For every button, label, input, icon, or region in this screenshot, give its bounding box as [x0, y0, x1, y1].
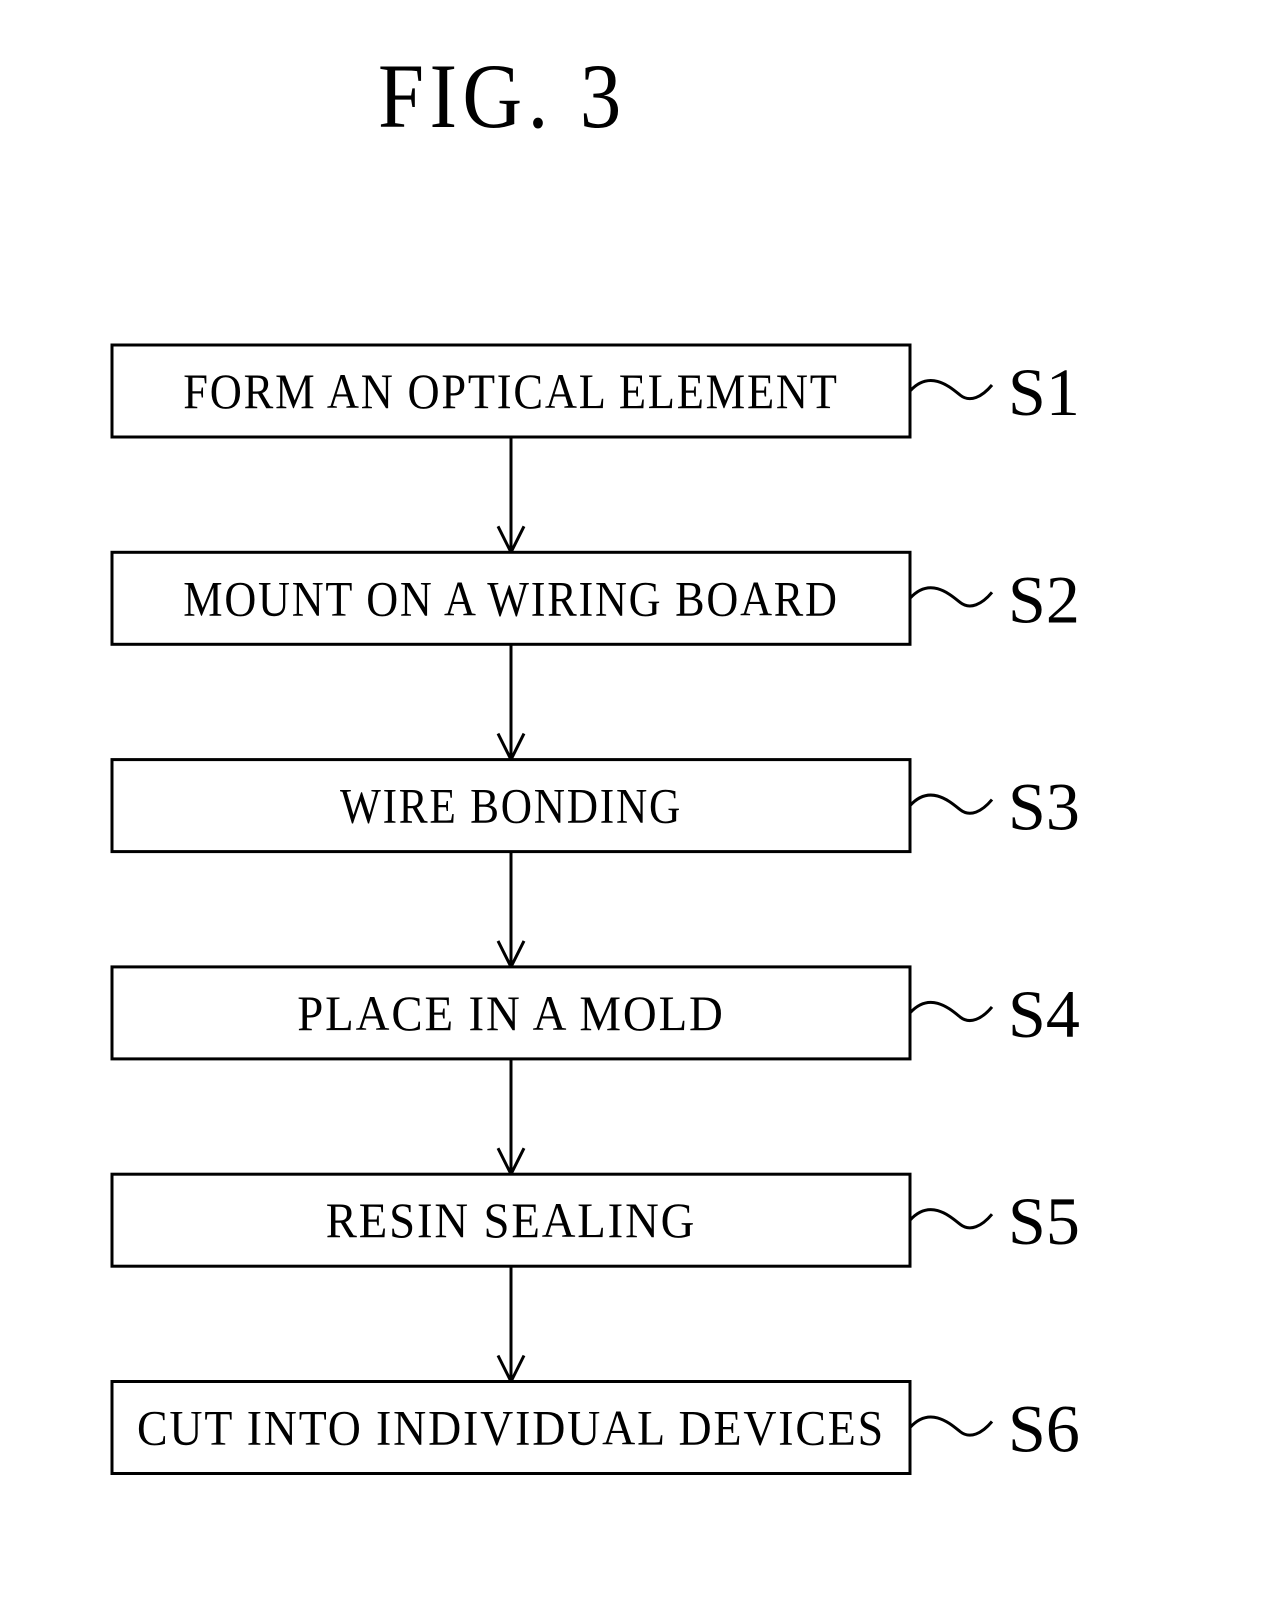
step-text-s5: RESIN SEALING: [326, 1192, 697, 1248]
leader-tilde-s2: [908, 586, 994, 608]
step-label-s6: S6: [1008, 1391, 1080, 1467]
flowchart: FORM AN OPTICAL ELEMENT S1 MOUNT ON A WIRI…: [110, 343, 1080, 1475]
step-label-s2: S2: [1008, 561, 1080, 637]
step-text-s1: FORM AN OPTICAL ELEMENT: [183, 363, 839, 419]
step-text-s4: PLACE IN A MOLD: [297, 985, 725, 1041]
step-text-s6: CUT INTO INDIVIDUAL DEVICES: [137, 1400, 885, 1456]
step-text-s3: WIRE BONDING: [340, 778, 682, 834]
leader-tilde-s4: [908, 1000, 994, 1022]
leader-tilde-s3: [908, 793, 994, 815]
step-label-s4: S4: [1008, 976, 1080, 1052]
step-label-s1: S1: [1008, 354, 1080, 430]
step-label-s5: S5: [1008, 1183, 1080, 1259]
leader-tilde-s5: [908, 1208, 994, 1230]
leader-tilde-s1: [908, 378, 994, 401]
step-text-s2: MOUNT ON A WIRING BOARD: [183, 570, 839, 626]
step-label-s3: S3: [1008, 769, 1080, 845]
leader-tilde-s6: [908, 1415, 994, 1437]
